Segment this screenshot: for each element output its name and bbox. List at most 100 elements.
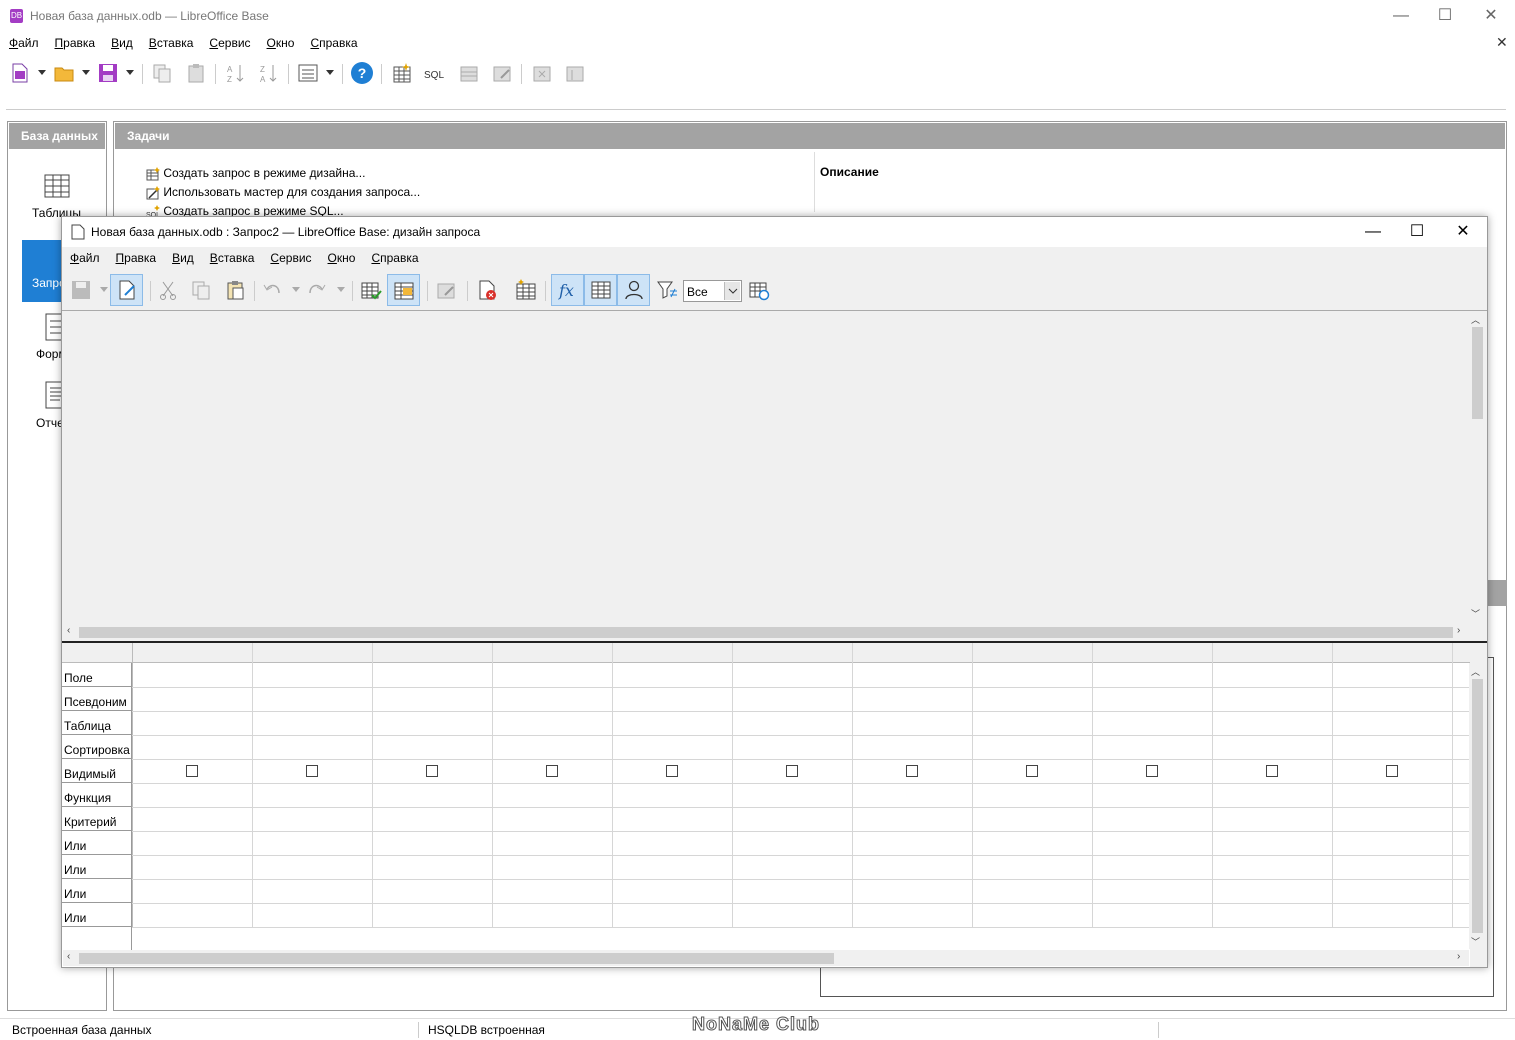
query-minimize-button[interactable]: — (1350, 217, 1396, 247)
open-folder-icon[interactable] (53, 62, 75, 84)
query-copy-icon[interactable] (190, 279, 212, 301)
new-document-icon[interactable] (9, 62, 31, 84)
redo-dropdown-icon[interactable] (337, 287, 345, 292)
visible-checkbox-col-2[interactable] (306, 765, 318, 777)
visible-checkbox-col-1[interactable] (186, 765, 198, 777)
limit-dropdown-button[interactable] (724, 282, 740, 300)
grid-hscrollbar[interactable]: ‹ › (63, 950, 1469, 966)
grid-hscroll-thumb[interactable] (79, 953, 834, 964)
query-menu-edit[interactable]: Правка (108, 251, 165, 267)
new-dropdown-icon[interactable] (38, 70, 46, 75)
visible-checkbox-col-8[interactable] (1026, 765, 1038, 777)
design-area-hscroll-thumb[interactable] (79, 627, 1453, 638)
limit-select[interactable]: Все (683, 280, 742, 302)
rename-query-icon[interactable] (564, 62, 586, 84)
clear-query-icon[interactable] (435, 279, 457, 301)
visible-checkbox-col-7[interactable] (906, 765, 918, 777)
undo-dropdown-icon[interactable] (292, 287, 300, 292)
visible-checkbox-col-9[interactable] (1146, 765, 1158, 777)
maximize-button[interactable]: ☐ (1422, 0, 1468, 32)
query-save-dropdown-icon[interactable] (100, 287, 108, 292)
design-area-vscrollbar[interactable]: ︿ ﹀ (1469, 311, 1486, 623)
form-view-dropdown-icon[interactable] (326, 70, 334, 75)
add-table-icon[interactable] (515, 279, 537, 301)
sort-descending-icon[interactable]: ZA (258, 62, 280, 84)
menu-view[interactable]: Вид (103, 36, 141, 50)
tasks-panel-title: Задачи (115, 123, 1505, 149)
run-query-icon[interactable] (360, 279, 382, 301)
open-query-icon[interactable] (458, 62, 480, 84)
menu-window[interactable]: Окно (259, 36, 303, 50)
minimize-button[interactable]: — (1378, 0, 1424, 32)
design-view-toggle[interactable] (387, 274, 420, 306)
query-close-button[interactable]: ✕ (1440, 217, 1486, 247)
alias-toggle[interactable] (617, 274, 650, 306)
grid-scroll-right-icon[interactable]: › (1457, 951, 1460, 962)
redo-icon[interactable] (306, 279, 328, 301)
grid-vscrollbar[interactable]: ︿ ﹀ (1469, 663, 1486, 949)
query-maximize-button[interactable]: ☐ (1394, 217, 1440, 247)
task-create-design[interactable]: Создать запрос в режиме дизайна... (146, 166, 365, 181)
query-menu-view[interactable]: Вид (164, 251, 202, 267)
visible-checkbox-col-4[interactable] (546, 765, 558, 777)
scroll-up-icon[interactable]: ︿ (1471, 313, 1480, 326)
database-panel-title: База данных (9, 123, 105, 149)
menu-help[interactable]: Справка (302, 36, 365, 50)
save-icon[interactable] (97, 62, 119, 84)
query-menu-insert[interactable]: Вставка (202, 251, 263, 267)
query-save-icon[interactable] (70, 279, 92, 301)
visible-checkbox-col-6[interactable] (786, 765, 798, 777)
grid-scroll-left-icon[interactable]: ‹ (67, 951, 70, 962)
grid-scroll-up-icon[interactable]: ︿ (1471, 665, 1480, 678)
form-view-icon[interactable] (297, 62, 319, 84)
menu-file[interactable]: Файл (1, 36, 47, 50)
scroll-down-icon[interactable]: ﹀ (1471, 607, 1480, 620)
close-query-icon[interactable] (476, 279, 498, 301)
cut-icon[interactable] (157, 279, 179, 301)
svg-text:Z: Z (227, 75, 232, 84)
scroll-right-icon[interactable]: › (1457, 625, 1460, 636)
visible-checkbox-col-11[interactable] (1386, 765, 1398, 777)
query-menu-tools[interactable]: Сервис (262, 251, 319, 267)
query-menu-window[interactable]: Окно (320, 251, 364, 267)
svg-text:fx: fx (558, 281, 574, 300)
menu-tools[interactable]: Сервис (201, 36, 258, 50)
visible-checkbox-col-10[interactable] (1266, 765, 1278, 777)
task-use-wizard[interactable]: Использовать мастер для создания запроса… (146, 185, 420, 200)
query-menu-help[interactable]: Справка (363, 251, 426, 267)
close-button[interactable]: ✕ (1468, 0, 1514, 32)
design-area-hscrollbar[interactable]: ‹ › (63, 624, 1469, 640)
visible-checkbox-col-5[interactable] (666, 765, 678, 777)
main-window-title: Новая база данных.odb — LibreOffice Base (30, 9, 269, 23)
sql-query-icon[interactable]: SQL (424, 62, 446, 84)
table-design-area[interactable] (62, 310, 1487, 625)
query-design-icon[interactable] (391, 62, 413, 84)
close-document-icon[interactable]: ✕ (1496, 34, 1508, 51)
sort-ascending-icon[interactable]: AZ (225, 62, 247, 84)
help-icon[interactable]: ? (351, 62, 373, 84)
visible-checkbox-col-3[interactable] (426, 765, 438, 777)
delete-query-icon[interactable] (531, 62, 553, 84)
table-names-toggle[interactable] (584, 274, 617, 306)
query-properties-icon[interactable] (748, 279, 770, 301)
design-area-vscroll-thumb[interactable] (1472, 327, 1483, 419)
open-dropdown-icon[interactable] (82, 70, 90, 75)
functions-toggle[interactable]: fx (551, 274, 584, 306)
reports-label[interactable]: Отче (36, 416, 64, 430)
tables-icon[interactable] (43, 172, 71, 200)
edit-mode-toggle[interactable] (110, 274, 143, 306)
save-dropdown-icon[interactable] (126, 70, 134, 75)
scroll-left-icon[interactable]: ‹ (67, 625, 70, 636)
svg-text:A: A (227, 65, 233, 74)
distinct-values-icon[interactable] (656, 279, 678, 301)
undo-icon[interactable] (261, 279, 283, 301)
query-menu-file[interactable]: Файл (62, 251, 108, 267)
query-paste-icon[interactable] (224, 279, 246, 301)
grid-scroll-down-icon[interactable]: ﹀ (1471, 935, 1480, 948)
menu-insert[interactable]: Вставка (141, 36, 202, 50)
paste-icon[interactable] (185, 62, 207, 84)
menu-edit[interactable]: Правка (47, 36, 104, 50)
copy-icon[interactable] (151, 62, 173, 84)
grid-vscroll-thumb[interactable] (1472, 679, 1483, 933)
edit-query-icon[interactable] (491, 62, 513, 84)
